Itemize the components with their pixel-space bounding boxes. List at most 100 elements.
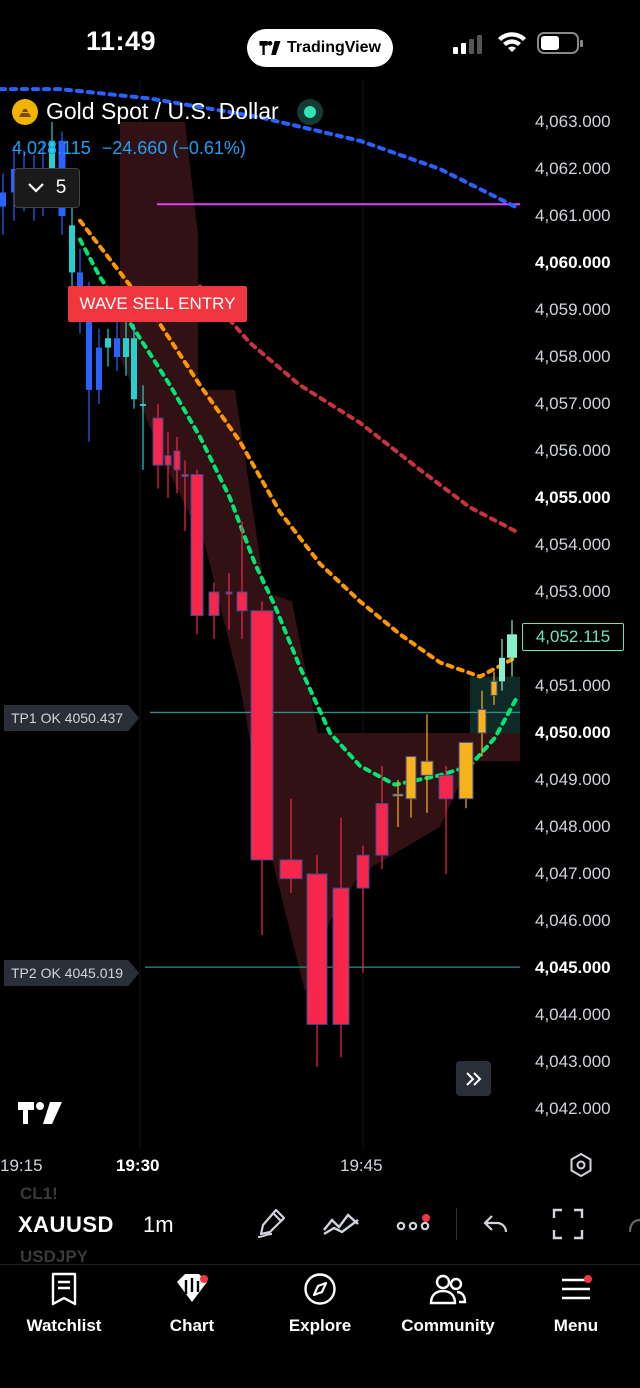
scroll-to-realtime-button[interactable] xyxy=(456,1061,491,1096)
candle-body xyxy=(96,347,102,390)
nav-explore-label: Explore xyxy=(288,1316,352,1335)
candle-body xyxy=(105,338,111,348)
recent-symbol-above: CL1! xyxy=(20,1184,58,1203)
candle-body xyxy=(164,455,172,466)
candle-body xyxy=(208,591,220,616)
price-change-percent: (−0.61%) xyxy=(172,138,246,158)
compass-icon xyxy=(304,1273,336,1305)
candle-body xyxy=(375,803,389,856)
candle-body xyxy=(420,760,434,776)
chart-notification-dot xyxy=(200,1275,208,1283)
tradingview-logo-icon xyxy=(259,41,281,55)
candle-body xyxy=(69,225,75,273)
more-options-icon[interactable] xyxy=(396,1214,434,1234)
toolbar-divider xyxy=(456,1208,457,1240)
nav-explore[interactable]: Explore xyxy=(260,1272,380,1336)
candle-body xyxy=(0,192,6,207)
tradingview-pill[interactable]: TradingView xyxy=(247,29,393,67)
nav-chart[interactable]: Chart xyxy=(132,1272,252,1336)
nav-watchlist-label: Watchlist xyxy=(26,1316,102,1335)
double-chevron-right-icon xyxy=(465,1071,481,1086)
candle-body xyxy=(114,338,120,357)
menu-notification-dot xyxy=(584,1275,592,1283)
candle-body xyxy=(279,859,303,880)
bearish-cloud xyxy=(120,122,520,992)
candle-body xyxy=(190,474,204,616)
price-tick: 4,051.000 xyxy=(535,676,611,695)
candle-body xyxy=(306,873,328,1025)
price-tick: 4,049.000 xyxy=(535,770,611,789)
chevron-down-icon xyxy=(27,183,44,193)
price-tick: 4,048.000 xyxy=(535,817,611,836)
price-change: −24.660 xyxy=(101,138,168,158)
candle-body xyxy=(140,404,146,406)
current-price-label: 4,052.115 xyxy=(522,623,624,651)
candle-body xyxy=(507,634,517,658)
price-tick: 4,061.000 xyxy=(535,206,611,225)
status-time: 11:49 xyxy=(86,26,157,56)
candle-body xyxy=(332,887,350,1025)
symbol-title: Gold Spot / U.S. Dollar xyxy=(46,98,279,124)
nav-chart-label: Chart xyxy=(169,1316,215,1335)
wifi-icon xyxy=(498,32,526,52)
price-tick: 4,060.000 xyxy=(535,253,611,272)
fullscreen-icon[interactable] xyxy=(552,1208,584,1240)
quote-line: 4,028.115 −24.660 (−0.61%) xyxy=(12,138,246,159)
collapse-indicators-button[interactable]: 5 xyxy=(14,168,80,208)
indicator-count: 5 xyxy=(55,177,67,198)
candle-body xyxy=(236,591,248,612)
tradingview-pill-label: TradingView xyxy=(287,39,381,56)
price-tick: 4,059.000 xyxy=(535,300,611,319)
candle-body xyxy=(173,450,181,471)
price-tick: 4,057.000 xyxy=(535,394,611,413)
price-tick: 4,047.000 xyxy=(535,864,611,883)
candle-body xyxy=(131,338,137,400)
candle-body xyxy=(225,591,233,595)
tp2-label: TP2 OK 4045.019 xyxy=(4,960,140,986)
price-tick: 4,046.000 xyxy=(535,911,611,930)
price-tick: 4,056.000 xyxy=(535,441,611,460)
candle-body xyxy=(405,756,417,800)
symbol-header[interactable]: Gold Spot / U.S. Dollar xyxy=(12,98,323,125)
interval-selector[interactable]: 1m xyxy=(143,1212,174,1238)
price-tick: 4,054.000 xyxy=(535,535,611,554)
battery-icon xyxy=(537,32,583,54)
price-tick: 4,045.000 xyxy=(535,958,611,977)
price-tick: 4,062.000 xyxy=(535,159,611,178)
candle-body xyxy=(123,338,129,357)
price-tick: 4,044.000 xyxy=(535,1005,611,1024)
time-tick: 19:15 xyxy=(0,1156,43,1175)
time-tick: 19:30 xyxy=(116,1156,160,1175)
candle-body xyxy=(152,417,164,466)
symbol-selector[interactable]: XAUUSD xyxy=(18,1212,114,1238)
time-tick: 19:45 xyxy=(340,1156,383,1175)
price-tick: 4,058.000 xyxy=(535,347,611,366)
price-tick: 4,050.000 xyxy=(535,723,611,742)
nav-menu-label: Menu xyxy=(553,1316,599,1335)
watchlist-icon xyxy=(51,1272,77,1306)
candle-body xyxy=(490,680,498,696)
nav-watchlist[interactable]: Watchlist xyxy=(4,1272,124,1336)
price-tick: 4,043.000 xyxy=(535,1052,611,1071)
price-tick: 4,042.000 xyxy=(535,1099,611,1118)
nav-community-label: Community xyxy=(401,1316,495,1335)
chart-settings-icon[interactable] xyxy=(568,1152,594,1178)
cellular-signal-icon xyxy=(453,35,482,54)
candle-body xyxy=(458,741,474,800)
redo-icon[interactable] xyxy=(626,1214,640,1234)
price-tick: 4,055.000 xyxy=(535,488,611,507)
indicators-icon[interactable] xyxy=(322,1206,360,1240)
tradingview-watermark-icon xyxy=(18,1102,62,1124)
price-tick: 4,053.000 xyxy=(535,582,611,601)
wave-sell-entry-label: WAVE SELL ENTRY xyxy=(68,286,247,322)
candle-body xyxy=(477,709,487,734)
drawing-brush-icon[interactable] xyxy=(254,1206,288,1240)
gold-coin-icon xyxy=(12,98,38,125)
candle-body xyxy=(250,610,274,861)
candle-body xyxy=(438,774,454,800)
undo-icon[interactable] xyxy=(482,1212,510,1236)
candle-body xyxy=(392,793,404,797)
candle-body xyxy=(499,657,505,682)
nav-community[interactable]: Community xyxy=(388,1272,508,1336)
nav-menu[interactable]: Menu xyxy=(516,1272,636,1336)
